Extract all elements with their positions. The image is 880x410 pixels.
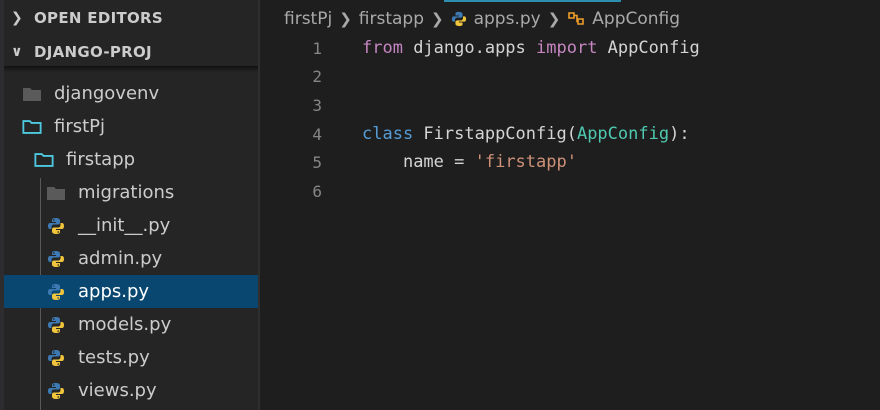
line-number: 5 (312, 152, 322, 172)
punctuation-token: ): (669, 124, 690, 144)
folder-icon (22, 85, 42, 103)
base-class-token: AppConfig (576, 124, 670, 144)
code-line: 6 (258, 177, 880, 205)
code-text: class FirstappConfig(AppConfig): (362, 124, 690, 144)
code-line: 5 name = 'firstapp' (258, 148, 880, 176)
tree-item-tests-py[interactable]: tests.py (0, 341, 258, 374)
breadcrumb-item-firstapp[interactable]: firstapp (359, 9, 424, 29)
python-icon (451, 11, 467, 27)
tree-item-init-py[interactable]: __init__.py (0, 209, 258, 242)
python-icon (46, 349, 66, 367)
tree-item-views-py[interactable]: views.py (0, 374, 258, 407)
code-editor[interactable]: firstPj ❯ firstapp ❯ apps.py ❯ AppConfig… (258, 0, 880, 410)
breadcrumb-item-firstpj[interactable]: firstPj (284, 9, 332, 29)
keyword-token: class (362, 124, 414, 144)
tree-item-firstapp[interactable]: firstapp (0, 143, 258, 176)
line-number: 1 (312, 38, 322, 58)
project-header[interactable]: ∨ DJANGO-PROJ (0, 35, 258, 68)
code-line: 2 (258, 62, 880, 90)
line-number: 6 (312, 181, 322, 201)
code-text: name = 'firstapp' (362, 152, 577, 172)
python-icon (46, 316, 66, 334)
python-icon (46, 283, 66, 301)
folder-icon (46, 184, 66, 202)
class-symbol-icon (567, 11, 585, 27)
name-token: AppConfig (597, 38, 700, 58)
tree-item-firstpj[interactable]: firstPj (0, 110, 258, 143)
tree-item-label: admin.py (78, 248, 163, 269)
tree-item-apps-py[interactable]: apps.py (0, 275, 258, 308)
string-token: 'firstapp' (474, 152, 577, 172)
attribute-token: name = (402, 152, 475, 172)
open-editors-header[interactable]: ❯ OPEN EDITORS (0, 1, 258, 34)
class-name-token: FirstappConfig( (413, 124, 577, 144)
scroll-shadow (0, 66, 258, 72)
code-line: 4 class FirstappConfig(AppConfig): (258, 120, 880, 148)
keyword-token: from (362, 38, 403, 58)
chevron-right-icon: ❯ (547, 10, 561, 28)
breadcrumb-item-apps-py[interactable]: apps.py (474, 9, 541, 29)
keyword-token: import (536, 38, 598, 58)
line-number: 2 (312, 66, 322, 86)
python-icon (46, 382, 66, 400)
python-icon (46, 250, 66, 268)
tree-item-label: models.py (78, 314, 172, 335)
tree-item-admin-py[interactable]: admin.py (0, 242, 258, 275)
folder-open-icon (34, 151, 54, 169)
tree-item-label: djangovenv (54, 83, 160, 104)
tree-item-label: views.py (78, 380, 157, 401)
breadcrumb: firstPj ❯ firstapp ❯ apps.py ❯ AppConfig (284, 8, 680, 30)
tree-item-label: __init__.py (78, 215, 171, 236)
indent-token (362, 152, 403, 172)
explorer-sidebar: ❯ OPEN EDITORS ∨ DJANGO-PROJ djangovenv … (0, 0, 258, 410)
python-icon (46, 217, 66, 235)
line-number: 4 (312, 124, 322, 144)
tree-item-migrations[interactable]: migrations (0, 176, 258, 209)
tree-item-label: apps.py (78, 281, 150, 302)
module-token: django.apps (402, 38, 537, 58)
chevron-right-icon: ❯ (431, 10, 444, 28)
tree-item-label: firstPj (54, 116, 106, 137)
open-editors-label: OPEN EDITORS (34, 8, 163, 27)
line-number: 3 (312, 95, 322, 115)
project-label: DJANGO-PROJ (34, 42, 152, 61)
breadcrumb-item-appconfig[interactable]: AppConfig (592, 9, 680, 29)
tree-item-label: tests.py (78, 347, 150, 368)
code-line: 3 (258, 91, 880, 119)
chevron-right-icon: ❯ (339, 10, 352, 28)
folder-open-icon (22, 118, 42, 136)
code-line: 1 from django.apps import AppConfig (258, 34, 880, 62)
tree-item-models-py[interactable]: models.py (0, 308, 258, 341)
tree-item-label: firstapp (66, 149, 136, 170)
active-tab-indicator (444, 0, 621, 2)
tree-item-label: migrations (78, 182, 175, 203)
chevron-down-icon: ∨ (11, 43, 23, 60)
chevron-right-icon: ❯ (10, 9, 24, 26)
vscode-window: ❯ OPEN EDITORS ∨ DJANGO-PROJ djangovenv … (0, 0, 880, 410)
code-text: from django.apps import AppConfig (362, 38, 700, 58)
tree-item-djangovenv[interactable]: djangovenv (0, 77, 258, 110)
